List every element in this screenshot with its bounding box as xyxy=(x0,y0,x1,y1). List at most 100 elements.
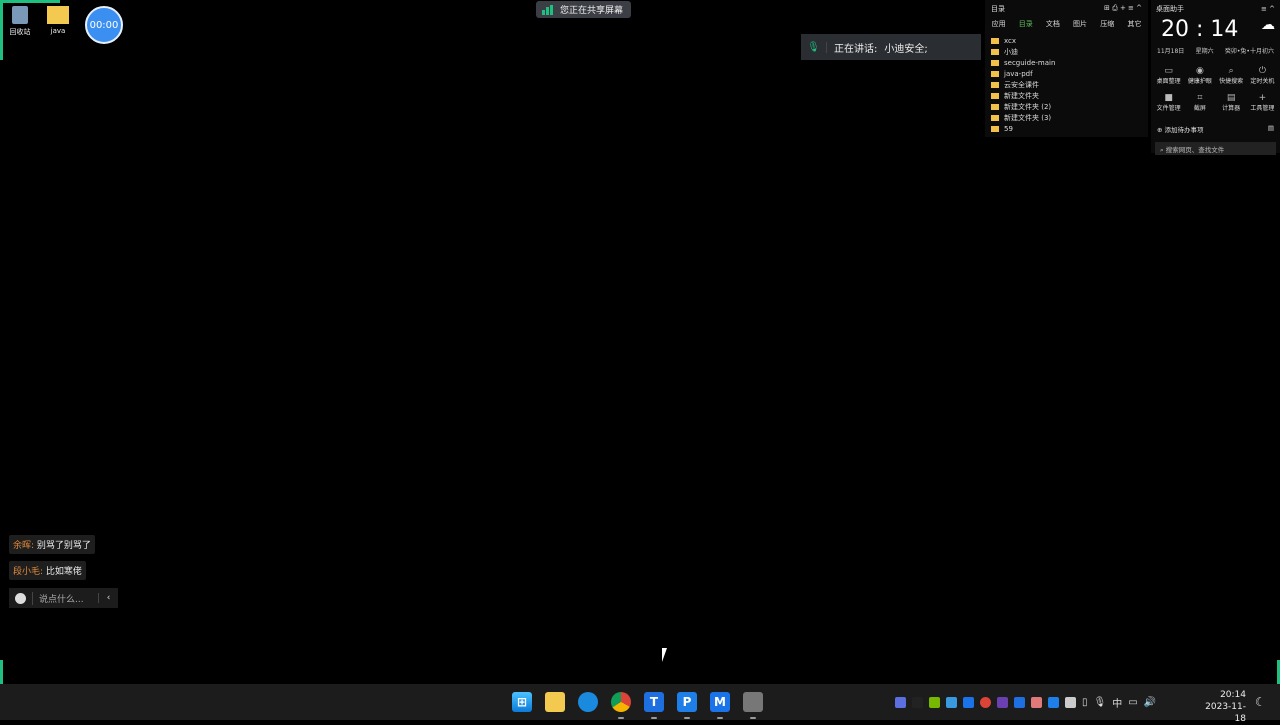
folder-item[interactable]: 新建文件夹 (3) xyxy=(985,112,1148,123)
folder-name: 新建文件夹 xyxy=(1004,91,1039,100)
eye-icon: ◉ xyxy=(1195,66,1204,76)
chrome-tray-icon[interactable] xyxy=(980,696,991,708)
microphone-icon[interactable]: 🎙 xyxy=(1094,697,1107,708)
tool-monitor[interactable]: ▭ 桌面整理 xyxy=(1153,66,1184,85)
desktop-icon-java[interactable]: java xyxy=(40,6,76,35)
app-m-tray-icon[interactable] xyxy=(963,696,974,708)
start-button[interactable]: ⊞ xyxy=(512,692,532,712)
tool-label: 健康护眼 xyxy=(1187,78,1212,85)
taskbar-date: 2023-11-18 xyxy=(1205,702,1246,724)
power-icon: ⏻ xyxy=(1258,66,1266,76)
tab-images[interactable]: 图片 xyxy=(1073,19,1087,29)
desktop-assistant-widget: 桌面助手 ≡ ^ 20 : 14 ☁ 11月18日 星期六 癸卯•兔•十月初六 ▭ 桌面整… xyxy=(1151,0,1280,155)
tool-eye[interactable]: ◉ 健康护眼 xyxy=(1184,66,1215,85)
tab-apps[interactable]: 应用 xyxy=(992,19,1006,29)
tab-directory[interactable]: 目录 xyxy=(1019,19,1033,29)
system-tray: ▯ 🎙 中 ▭ 🔊 xyxy=(895,684,1156,720)
tool-search[interactable]: ⌕ 快捷搜索 xyxy=(1216,66,1247,85)
tray-app-icon[interactable] xyxy=(997,696,1008,708)
chat-input[interactable]: 说点什么... xyxy=(32,591,98,605)
chat-text: 比如寒佬 xyxy=(45,567,82,577)
chat-text: 别骂了别骂了 xyxy=(36,541,91,551)
lunar-date: 癸卯•兔•十月初六 xyxy=(1224,48,1274,55)
clock-time: 20 : 14 xyxy=(1161,17,1239,42)
collapse-chevron-icon[interactable]: ‹ xyxy=(98,593,118,603)
tray-app-icon[interactable] xyxy=(946,696,957,708)
search-placeholder: 搜索网页、查找文件 xyxy=(1165,146,1225,154)
shield-icon[interactable] xyxy=(895,696,906,708)
tool-label: 桌面整理 xyxy=(1156,78,1181,85)
calculator-icon: ▤ xyxy=(1226,93,1236,103)
folder-name: secguide-main xyxy=(1004,58,1056,67)
folder-icon xyxy=(991,81,999,88)
chat-user: 段小毛: xyxy=(13,567,44,577)
folder-item[interactable]: java-pdf xyxy=(985,68,1148,79)
tab-archives[interactable]: 压缩 xyxy=(1100,19,1114,29)
tray-app-icon[interactable] xyxy=(912,696,923,708)
folder-icon xyxy=(991,70,999,77)
folder-item[interactable]: 云安全课件 xyxy=(985,79,1148,90)
desktop-icon-recycle-bin[interactable]: 回收站 xyxy=(2,6,38,37)
edge-icon[interactable] xyxy=(578,692,598,712)
file-explorer-icon[interactable] xyxy=(545,692,565,712)
signal-icon xyxy=(542,4,553,15)
volume-icon[interactable]: 🔊 xyxy=(1144,697,1156,708)
chrome-icon[interactable] xyxy=(611,692,631,719)
screen-share-banner[interactable]: 您正在共享屏幕 xyxy=(536,1,631,18)
tool-crop[interactable]: ⌗ 截屏 xyxy=(1184,93,1215,112)
notes-icon[interactable]: ▤ xyxy=(1268,124,1274,134)
tab-documents[interactable]: 文档 xyxy=(1046,19,1060,29)
tab-other[interactable]: 其它 xyxy=(1127,19,1141,29)
emoji-icon[interactable] xyxy=(15,592,26,604)
assistant-title: 桌面助手 xyxy=(1156,4,1184,13)
taskbar-time: 20:14 xyxy=(1220,690,1246,700)
monitor-tray-icon[interactable] xyxy=(1065,696,1076,708)
camera-app-icon[interactable] xyxy=(743,692,763,719)
folder-item[interactable]: 59 xyxy=(985,123,1148,134)
tool-calculator[interactable]: ▤ 计算器 xyxy=(1216,93,1247,112)
todo-label: 添加待办事项 xyxy=(1164,126,1204,134)
app-t-tray-icon[interactable] xyxy=(1014,696,1025,708)
app-p-icon[interactable]: P xyxy=(677,692,697,719)
tool-plus[interactable]: + 工具管理 xyxy=(1247,93,1278,112)
network-icon[interactable]: ▭ xyxy=(1128,697,1137,708)
app-p-tray-icon[interactable] xyxy=(1048,696,1059,708)
search-input[interactable]: ⌕ 搜索网页、查找文件 xyxy=(1155,142,1276,155)
add-todo-button[interactable]: ⊕ 添加待办事项 xyxy=(1157,124,1204,134)
folder-item[interactable]: 小迪 xyxy=(985,46,1148,57)
recycle-bin-icon xyxy=(12,6,28,24)
folder-item[interactable]: xcx xyxy=(985,35,1148,46)
folder-item[interactable]: secguide-main xyxy=(985,57,1148,68)
icon-label: java xyxy=(50,27,66,35)
folder-name: xcx xyxy=(1004,36,1017,45)
icon-label: 回收站 xyxy=(9,28,31,36)
ime-indicator[interactable]: 中 xyxy=(1112,695,1122,710)
tool-label: 截屏 xyxy=(1193,105,1206,112)
app-t-icon[interactable]: T xyxy=(644,692,664,719)
folder-name: 云安全课件 xyxy=(1004,80,1039,89)
tray-app-icon[interactable] xyxy=(1031,696,1042,708)
app-m-icon[interactable]: M xyxy=(710,692,730,719)
folder-item[interactable]: 新建文件夹 (2) xyxy=(985,101,1148,112)
folder-icon: ■ xyxy=(1164,93,1173,103)
weekday: 星期六 xyxy=(1195,48,1214,55)
tool-folder[interactable]: ■ 文件管理 xyxy=(1153,93,1184,112)
folder-icon xyxy=(991,103,999,110)
folder-icon xyxy=(991,37,999,44)
crop-icon: ⌗ xyxy=(1197,93,1203,103)
tool-label: 工具管理 xyxy=(1250,105,1275,112)
date: 11月18日 xyxy=(1157,48,1185,55)
focus-moon-icon[interactable]: ☾ xyxy=(1255,695,1266,709)
plus-icon: + xyxy=(1258,93,1267,103)
usb-icon[interactable]: ▯ xyxy=(1082,697,1088,708)
folder-name: 新建文件夹 (2) xyxy=(1004,102,1052,111)
directory-title: 目录 xyxy=(991,4,1005,13)
folder-item[interactable]: 新建文件夹 xyxy=(985,90,1148,101)
meeting-timer[interactable]: 00:00 xyxy=(85,6,123,44)
tool-power[interactable]: ⏻ 定时关机 xyxy=(1247,66,1278,85)
directory-controls[interactable]: ⊞ ⎙ + ≡ ^ xyxy=(1104,4,1142,13)
tool-label: 计算器 xyxy=(1222,105,1241,112)
assistant-menu[interactable]: ≡ ^ xyxy=(1261,5,1275,13)
nvidia-icon[interactable] xyxy=(929,696,940,708)
chat-message: 段小毛: 比如寒佬 xyxy=(9,561,86,580)
